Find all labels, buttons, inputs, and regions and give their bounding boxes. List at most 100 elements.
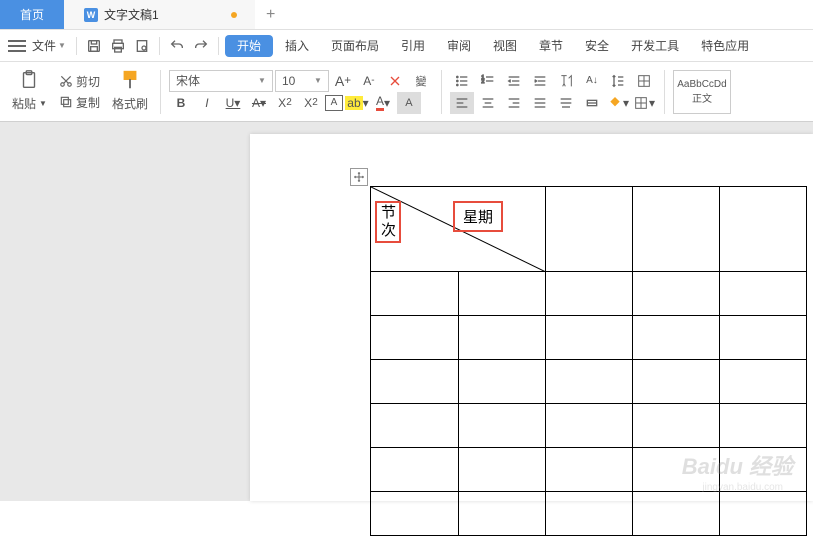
- tab-home[interactable]: 首页: [0, 0, 64, 29]
- format-painter-button[interactable]: 格式刷: [108, 93, 152, 114]
- bullets-button[interactable]: [450, 70, 474, 92]
- table-cell[interactable]: [546, 404, 633, 448]
- menu-tab-start[interactable]: 开始: [225, 35, 273, 57]
- menu-tab-security[interactable]: 安全: [575, 30, 619, 61]
- char-shading-button[interactable]: A: [397, 92, 421, 114]
- show-marks-button[interactable]: [632, 70, 656, 92]
- italic-button[interactable]: I: [195, 92, 219, 114]
- new-tab-button[interactable]: +: [255, 0, 287, 29]
- numbering-button[interactable]: 12: [476, 70, 500, 92]
- indent-button[interactable]: [528, 70, 552, 92]
- table-cell[interactable]: [546, 272, 633, 316]
- table-cell[interactable]: [720, 187, 807, 272]
- menu-tab-special[interactable]: 特色应用: [691, 30, 759, 61]
- align-distribute-button[interactable]: [554, 92, 578, 114]
- table-cell[interactable]: [633, 360, 720, 404]
- tab-settings-button[interactable]: [580, 92, 604, 114]
- table-cell[interactable]: [633, 187, 720, 272]
- table-cell[interactable]: [458, 404, 546, 448]
- print-button[interactable]: [107, 35, 129, 57]
- style-name: 正文: [692, 90, 712, 105]
- paste-button[interactable]: 粘贴▼: [8, 93, 51, 114]
- paste-icon: [18, 69, 40, 91]
- table-header-cell[interactable]: 节次 星期: [371, 187, 546, 272]
- shading-button[interactable]: ▾: [606, 92, 630, 114]
- highlight-button[interactable]: ab▾: [345, 92, 369, 114]
- grow-font-button[interactable]: A+: [331, 70, 355, 92]
- font-color-button[interactable]: A▾: [371, 92, 395, 114]
- menu-tab-view[interactable]: 视图: [483, 30, 527, 61]
- font-size-combo[interactable]: 10▼: [275, 70, 329, 92]
- table-cell[interactable]: [546, 360, 633, 404]
- superscript-button[interactable]: X2: [273, 92, 297, 114]
- strikethrough-button[interactable]: A▾: [247, 92, 271, 114]
- table-cell[interactable]: [371, 448, 459, 492]
- char-border-button[interactable]: A: [325, 95, 343, 111]
- redo-button[interactable]: [190, 35, 212, 57]
- cut-button[interactable]: 剪切: [55, 71, 104, 92]
- table-cell[interactable]: [720, 492, 807, 536]
- sort-button[interactable]: A↓: [580, 70, 604, 92]
- unsaved-indicator: [231, 12, 237, 18]
- table-cell[interactable]: [633, 404, 720, 448]
- table-cell[interactable]: [633, 316, 720, 360]
- align-center-button[interactable]: [476, 92, 500, 114]
- table-cell[interactable]: [458, 360, 546, 404]
- table-cell[interactable]: [458, 316, 546, 360]
- menu-tab-section[interactable]: 章节: [529, 30, 573, 61]
- save-button[interactable]: [83, 35, 105, 57]
- print-preview-button[interactable]: [131, 35, 153, 57]
- outdent-button[interactable]: [502, 70, 526, 92]
- align-justify-button[interactable]: [528, 92, 552, 114]
- table-cell[interactable]: [371, 360, 459, 404]
- svg-text:2: 2: [481, 79, 484, 85]
- align-left-button[interactable]: [450, 92, 474, 114]
- table-cell[interactable]: [633, 492, 720, 536]
- underline-button[interactable]: U▾: [221, 92, 245, 114]
- align-right-button[interactable]: [502, 92, 526, 114]
- document-page[interactable]: 节次 星期 Baidu 经验 jingyan.baidu.com: [250, 134, 813, 501]
- format-painter-icon: [119, 69, 141, 91]
- font-name-combo[interactable]: 宋体▼: [169, 70, 273, 92]
- text-direction-button[interactable]: [554, 70, 578, 92]
- bold-button[interactable]: B: [169, 92, 193, 114]
- table-cell[interactable]: [546, 187, 633, 272]
- hamburger-icon[interactable]: [8, 40, 26, 52]
- tab-document[interactable]: W 文字文稿1: [64, 0, 255, 29]
- clear-format-button[interactable]: [383, 70, 407, 92]
- table-label-column: 星期: [453, 201, 503, 232]
- table-cell[interactable]: [546, 448, 633, 492]
- menu-tab-devtools[interactable]: 开发工具: [621, 30, 689, 61]
- table-cell[interactable]: [633, 272, 720, 316]
- style-normal[interactable]: AaBbCcDd 正文: [673, 70, 731, 114]
- line-spacing-button[interactable]: [606, 70, 630, 92]
- table-cell[interactable]: [720, 360, 807, 404]
- menu-tab-insert[interactable]: 插入: [275, 30, 319, 61]
- table-cell[interactable]: [371, 492, 459, 536]
- table-cell[interactable]: [720, 316, 807, 360]
- table-move-handle[interactable]: [350, 168, 368, 186]
- undo-button[interactable]: [166, 35, 188, 57]
- table-cell[interactable]: [458, 492, 546, 536]
- tab-document-label: 文字文稿1: [104, 6, 159, 23]
- menu-tab-layout[interactable]: 页面布局: [321, 30, 389, 61]
- table-cell[interactable]: [546, 316, 633, 360]
- watermark-sub: jingyan.baidu.com: [702, 482, 783, 493]
- table-cell[interactable]: [720, 272, 807, 316]
- table-cell[interactable]: [720, 404, 807, 448]
- menu-tab-reference[interactable]: 引用: [391, 30, 435, 61]
- table-cell[interactable]: [546, 492, 633, 536]
- table-cell[interactable]: [371, 404, 459, 448]
- table-cell[interactable]: [458, 272, 546, 316]
- table-label-row: 节次: [375, 201, 401, 243]
- table-cell[interactable]: [371, 316, 459, 360]
- subscript-button[interactable]: X2: [299, 92, 323, 114]
- shrink-font-button[interactable]: A-: [357, 70, 381, 92]
- table-cell[interactable]: [458, 448, 546, 492]
- copy-button[interactable]: 复制: [55, 92, 104, 113]
- menu-tab-review[interactable]: 审阅: [437, 30, 481, 61]
- phonetic-button[interactable]: 變: [409, 70, 433, 92]
- file-menu[interactable]: 文件▼: [28, 37, 70, 54]
- table-cell[interactable]: [371, 272, 459, 316]
- borders-button[interactable]: ▾: [632, 92, 656, 114]
